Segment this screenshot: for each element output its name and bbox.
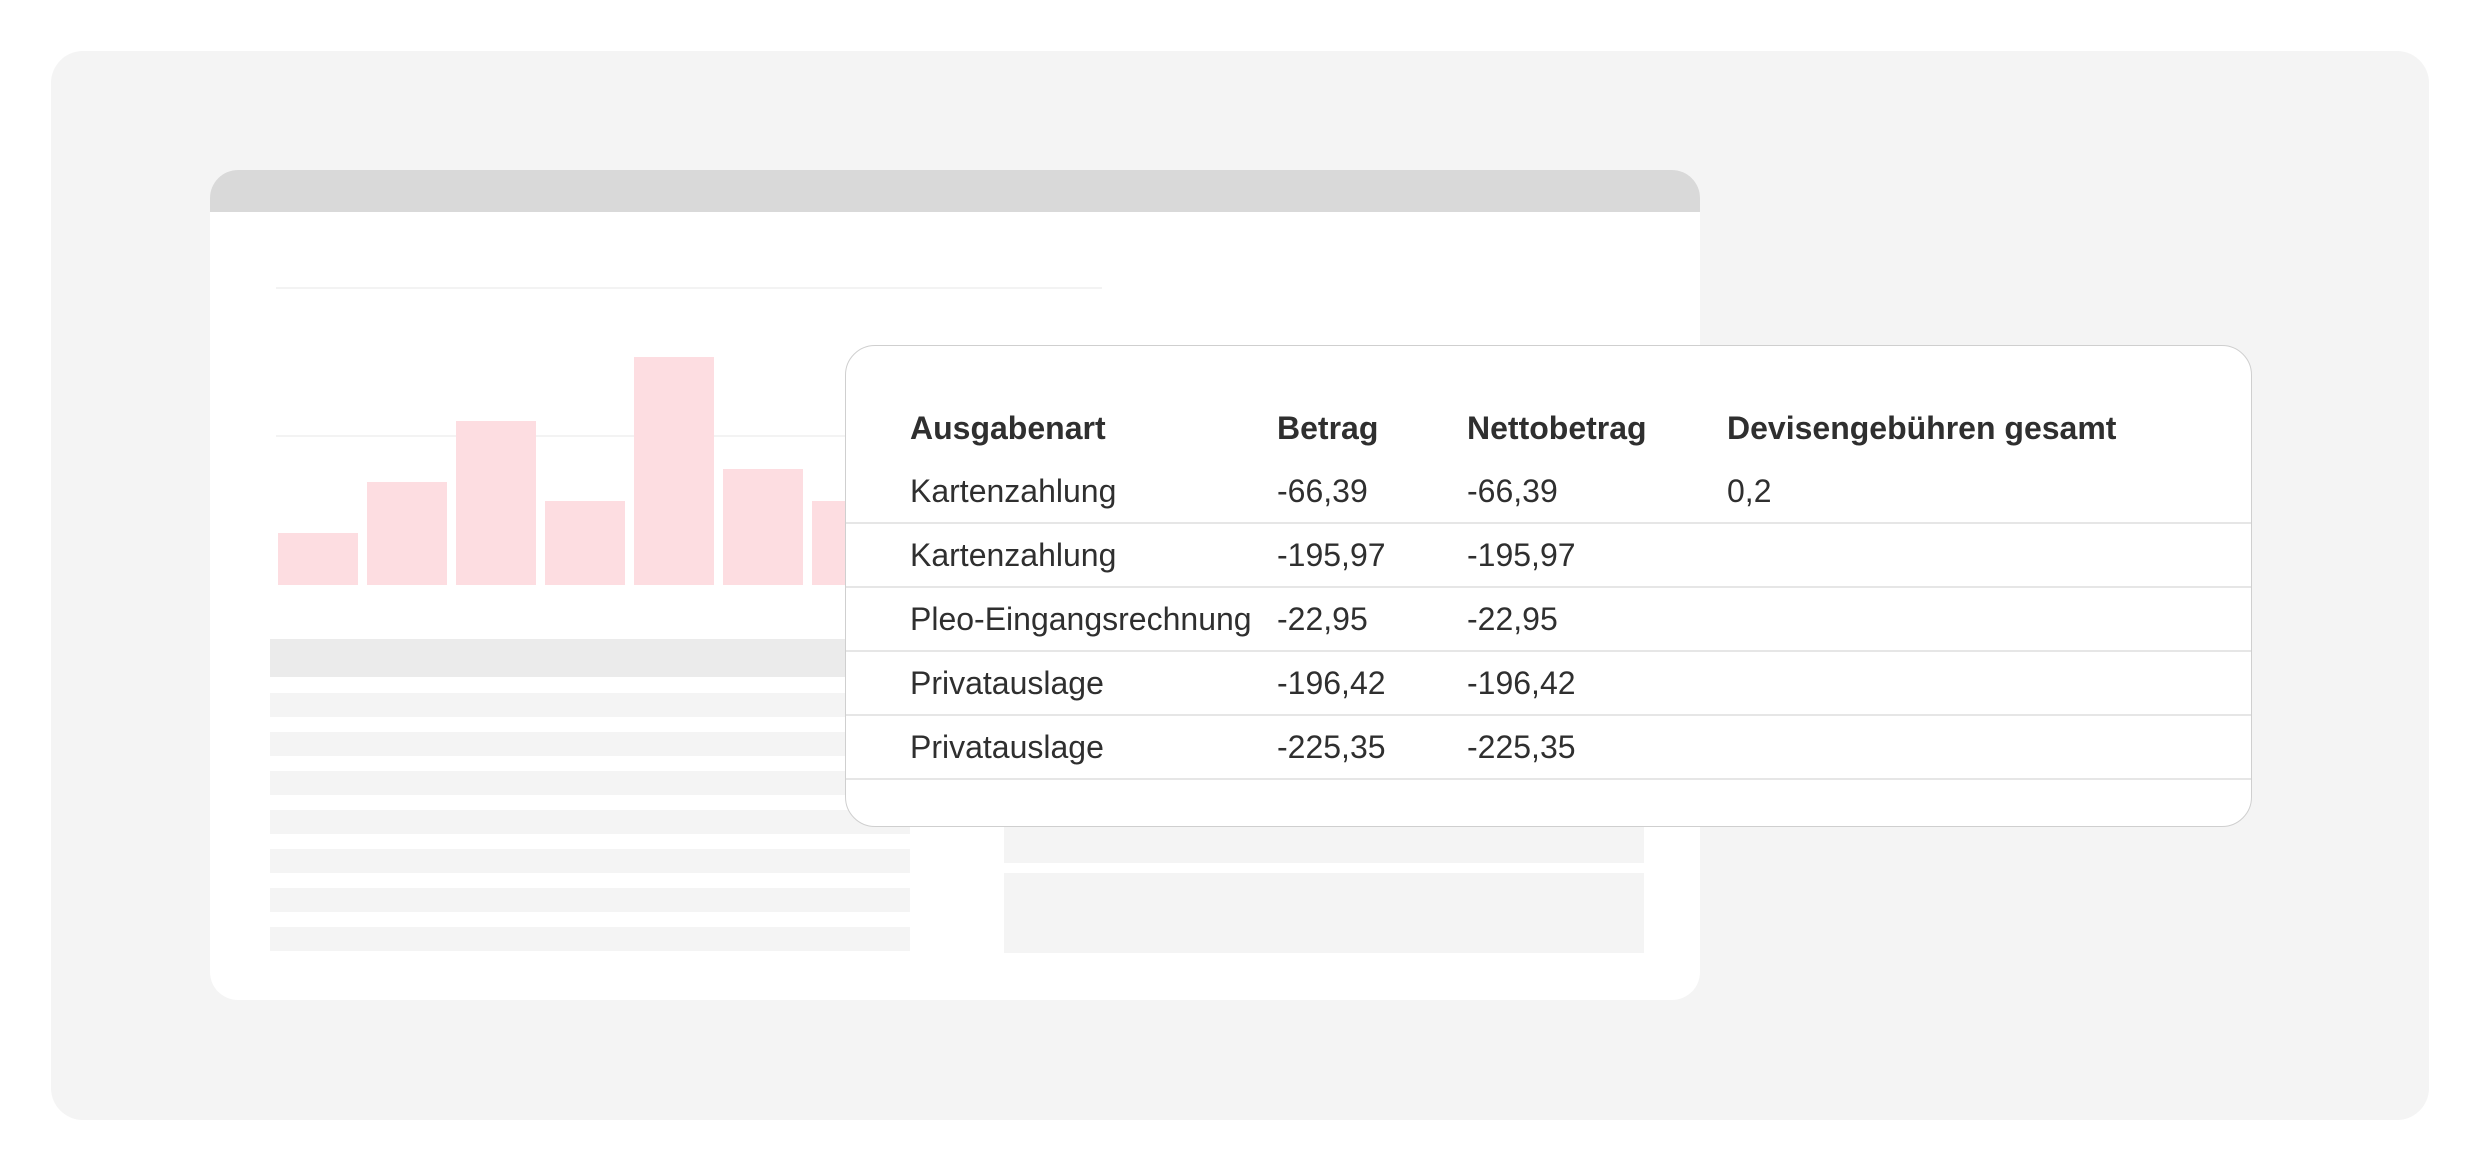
placeholder-row bbox=[270, 849, 910, 873]
header-net-amount: Nettobetrag bbox=[1467, 409, 1647, 446]
placeholder-line bbox=[276, 287, 1102, 289]
table-row[interactable]: Privatauslage -225,35 -225,35 bbox=[846, 715, 2251, 780]
header-amount: Betrag bbox=[1277, 409, 1379, 446]
background-bar bbox=[456, 421, 536, 585]
placeholder-block bbox=[1004, 873, 1644, 953]
cell-net-amount: -22,95 bbox=[1467, 587, 1727, 652]
cell-expense-type: Privatauslage bbox=[846, 715, 1277, 780]
placeholder-block bbox=[1004, 825, 1644, 863]
cell-amount: -66,39 bbox=[1277, 460, 1467, 524]
placeholder-row bbox=[270, 927, 910, 951]
cell-amount: -195,97 bbox=[1277, 523, 1467, 588]
cell-amount: -225,35 bbox=[1277, 715, 1467, 780]
placeholder-row bbox=[270, 810, 910, 834]
cell-net-amount: -66,39 bbox=[1467, 460, 1727, 524]
placeholder-table-header bbox=[270, 639, 910, 677]
cell-net-amount: -195,97 bbox=[1467, 523, 1727, 588]
cell-expense-type: Pleo-Eingangsrechnung bbox=[846, 587, 1277, 652]
cell-amount: -196,42 bbox=[1277, 651, 1467, 716]
window-titlebar bbox=[210, 170, 1700, 212]
background-bar bbox=[545, 501, 625, 585]
background-bar bbox=[634, 357, 714, 585]
cell-fx-fees bbox=[1727, 587, 2251, 652]
background-bar bbox=[723, 469, 803, 585]
expense-table-card: Ausgabenart Betrag Nettobetrag Devisenge… bbox=[845, 345, 2252, 827]
placeholder-row bbox=[270, 771, 910, 795]
cell-expense-type: Kartenzahlung bbox=[846, 460, 1277, 524]
placeholder-row bbox=[270, 732, 910, 756]
background-bar bbox=[278, 533, 358, 585]
placeholder-row bbox=[270, 888, 910, 912]
table-row[interactable]: Kartenzahlung -195,97 -195,97 bbox=[846, 523, 2251, 588]
table-header-row: Ausgabenart Betrag Nettobetrag Devisenge… bbox=[846, 396, 2251, 460]
header-expense-type: Ausgabenart bbox=[910, 409, 1106, 446]
header-fx-fees: Devisengebühren gesamt bbox=[1727, 409, 2117, 446]
cell-expense-type: Privatauslage bbox=[846, 651, 1277, 716]
table-row[interactable]: Pleo-Eingangsrechnung -22,95 -22,95 bbox=[846, 587, 2251, 652]
placeholder-row bbox=[270, 693, 910, 717]
cell-fx-fees bbox=[1727, 523, 2251, 588]
cell-amount: -22,95 bbox=[1277, 587, 1467, 652]
cell-expense-type: Kartenzahlung bbox=[846, 523, 1277, 588]
table-row[interactable]: Kartenzahlung -66,39 -66,39 0,2 bbox=[846, 460, 2251, 524]
background-bar bbox=[367, 482, 447, 585]
cell-net-amount: -196,42 bbox=[1467, 651, 1727, 716]
cell-fx-fees bbox=[1727, 651, 2251, 716]
cell-net-amount: -225,35 bbox=[1467, 715, 1727, 780]
cell-fx-fees bbox=[1727, 715, 2251, 780]
expense-table: Ausgabenart Betrag Nettobetrag Devisenge… bbox=[846, 396, 2251, 780]
cell-fx-fees: 0,2 bbox=[1727, 460, 2251, 524]
table-row[interactable]: Privatauslage -196,42 -196,42 bbox=[846, 651, 2251, 716]
